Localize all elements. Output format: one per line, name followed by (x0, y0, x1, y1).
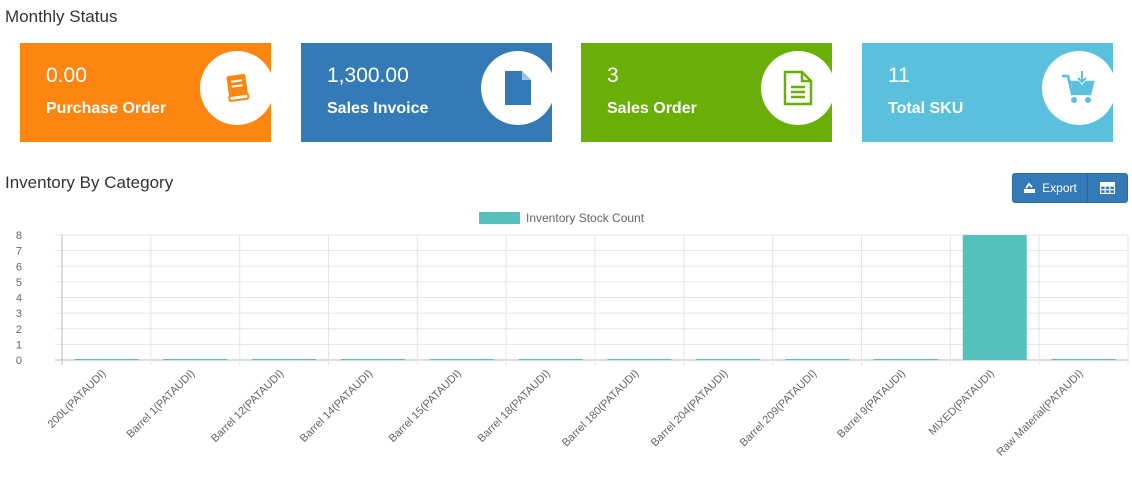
export-button[interactable]: Export (1013, 174, 1088, 202)
sales-order-label: Sales Order (607, 100, 697, 117)
y-tick-label: 8 (16, 230, 22, 242)
export-label: Export (1042, 181, 1077, 195)
export-button-group: Export (1012, 173, 1128, 203)
bar-0[interactable] (74, 359, 139, 360)
sales-invoice-label: Sales Invoice (327, 100, 429, 117)
x-tick-label: Barrel 14(PATAUDI) (298, 368, 375, 445)
x-tick-label: Barrel 1(PATAUDI) (124, 368, 197, 441)
purchase-order-card[interactable]: 0.00 Purchase Order (20, 43, 271, 142)
document-icon (481, 51, 552, 125)
y-tick-label: 6 (16, 261, 22, 273)
cart-download-icon (1042, 51, 1113, 125)
purchase-order-label: Purchase Order (46, 100, 167, 117)
bar-3[interactable] (340, 359, 405, 360)
bar-10[interactable] (962, 235, 1027, 360)
book-icon (200, 51, 271, 125)
bar-2[interactable] (252, 359, 317, 360)
x-tick-label: Barrel 12(PATAUDI) (209, 368, 286, 445)
total-sku-card[interactable]: 11 Total SKU (862, 43, 1113, 142)
y-tick-label: 0 (16, 355, 22, 367)
x-tick-label: Raw Material(PATAUDI) (995, 368, 1086, 459)
document-lines-icon (761, 51, 832, 125)
inventory-by-category-title: Inventory By Category (5, 173, 174, 192)
bar-11[interactable] (1051, 359, 1116, 360)
bar-4[interactable] (429, 359, 494, 360)
bar-5[interactable] (518, 359, 583, 360)
y-tick-label: 7 (16, 246, 22, 258)
bar-1[interactable] (163, 359, 228, 360)
table-icon (1100, 182, 1115, 194)
total-sku-value: 11 (888, 64, 910, 87)
x-tick-label: Barrel 15(PATAUDI) (387, 368, 464, 445)
y-tick-label: 2 (16, 324, 22, 336)
y-tick-label: 4 (16, 293, 22, 305)
bar-6[interactable] (607, 359, 672, 360)
y-tick-label: 1 (16, 339, 22, 351)
export-icon (1023, 182, 1036, 194)
legend-swatch (479, 212, 520, 224)
monthly-status-title: Monthly Status (5, 7, 118, 26)
sales-invoice-value: 1,300.00 (327, 64, 409, 87)
x-tick-label: Barrel 9(PATAUDI) (835, 368, 908, 441)
sales-order-value: 3 (607, 64, 619, 87)
x-tick-label: MIXED(PATAUDI) (927, 368, 997, 438)
x-tick-label: 200L(PATAUDI) (46, 368, 109, 431)
table-view-button[interactable] (1088, 174, 1127, 202)
purchase-order-value: 0.00 (46, 64, 87, 87)
sales-order-card[interactable]: 3 Sales Order (581, 43, 832, 142)
bar-7[interactable] (696, 359, 761, 360)
y-tick-label: 3 (16, 308, 22, 320)
x-tick-label: Barrel 209(PATAUDI) (738, 368, 820, 450)
legend-label: Inventory Stock Count (526, 211, 645, 225)
bar-8[interactable] (785, 359, 850, 360)
x-tick-label: Barrel 18(PATAUDI) (475, 368, 552, 445)
bar-9[interactable] (873, 359, 938, 360)
x-tick-label: Barrel 180(PATAUDI) (560, 368, 642, 450)
sales-invoice-card[interactable]: 1,300.00 Sales Invoice (301, 43, 552, 142)
chart-legend[interactable]: Inventory Stock Count (479, 211, 645, 225)
y-tick-label: 5 (16, 277, 22, 289)
x-tick-label: Barrel 204(PATAUDI) (649, 368, 731, 450)
inventory-bar-chart: 012345678200L(PATAUDI) Barrel 1(PATAUDI) B… (16, 211, 1129, 459)
total-sku-label: Total SKU (888, 100, 964, 117)
